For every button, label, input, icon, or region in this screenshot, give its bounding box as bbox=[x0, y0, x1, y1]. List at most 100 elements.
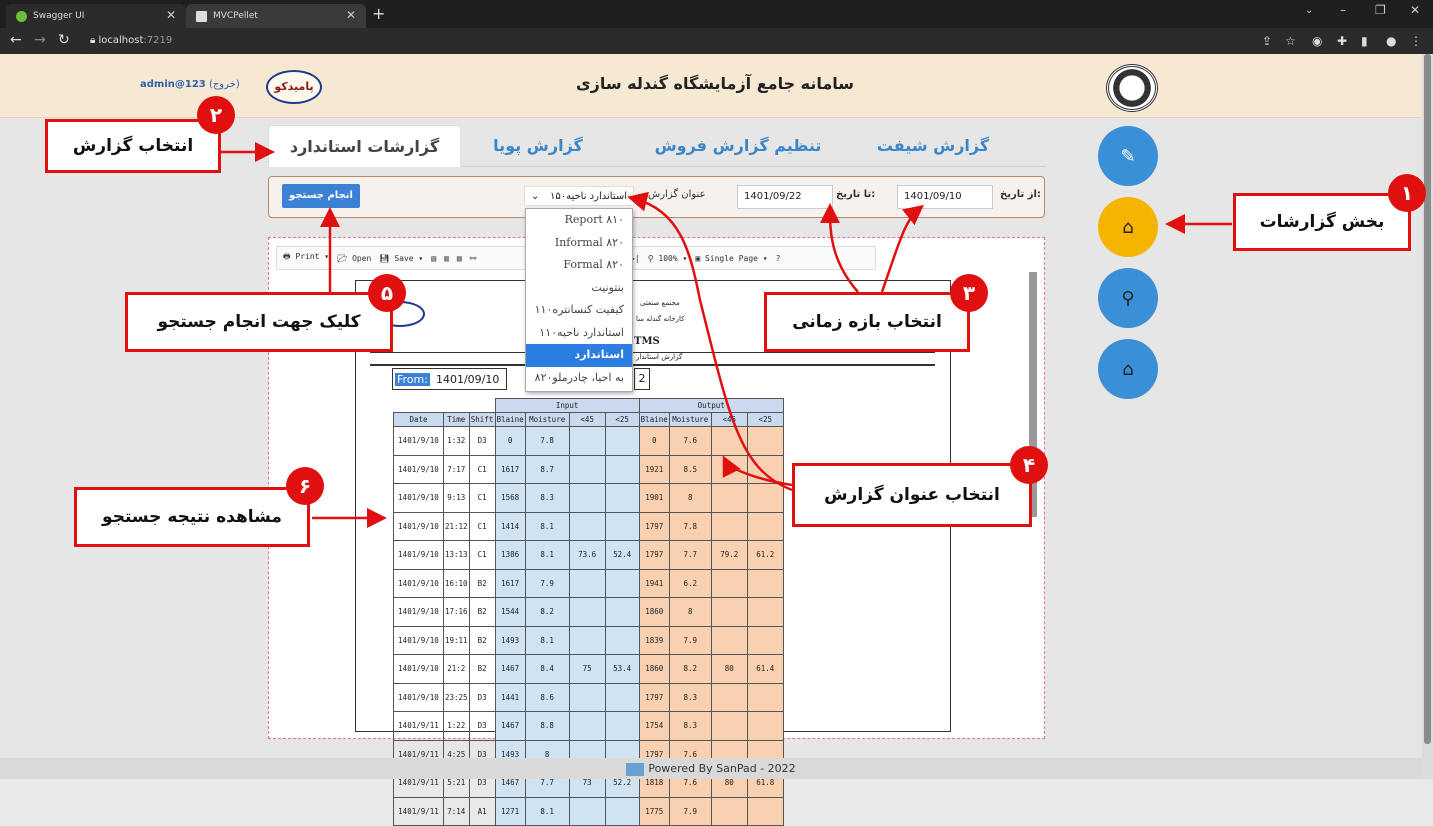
tab-standard-reports[interactable]: گزارشات استاندارد bbox=[268, 125, 461, 167]
table-cell: 8.3 bbox=[524, 483, 570, 513]
table-cell: 8.7 bbox=[524, 454, 570, 484]
help-button[interactable]: ? bbox=[776, 254, 781, 263]
table-cell: 53.4 bbox=[604, 654, 640, 684]
share-icon[interactable]: ⇪ bbox=[1262, 34, 1272, 48]
tab-shift-report[interactable]: گزارش شیفت bbox=[858, 125, 1008, 167]
page-title: سامانه جامع آزمایشگاه گندله سازی bbox=[575, 74, 855, 93]
from-date-label: از تاریخ: bbox=[1000, 189, 1041, 200]
user-info[interactable]: admin@123 (خروج) bbox=[140, 79, 240, 90]
view-mode-control[interactable]: ▣ Single Page ▾ bbox=[695, 254, 767, 263]
new-tab-icon[interactable]: + bbox=[372, 4, 385, 23]
dropdown-option[interactable]: ۸۲۰به احیا، چادرملو bbox=[526, 367, 632, 390]
sidebar-icon[interactable]: ▮ bbox=[1361, 34, 1368, 48]
browser-tab-mvcpellet[interactable]: MVCPellet ✕ bbox=[186, 4, 366, 28]
table-cell: 1401/9/10 bbox=[393, 426, 444, 456]
table-cell bbox=[746, 483, 784, 513]
find-icon[interactable]: ⚯ bbox=[470, 254, 477, 263]
reload-icon[interactable]: ↻ bbox=[58, 32, 70, 48]
zoom-control[interactable]: ⚲ 100% ▾ bbox=[648, 254, 688, 263]
close-tab-icon[interactable]: ✕ bbox=[166, 8, 176, 22]
table-cell: 1860 bbox=[638, 597, 670, 627]
dropdown-option[interactable]: کیفیت کنسانتره۱۱۰ bbox=[526, 299, 632, 322]
side-menu-search[interactable]: ⚲ bbox=[1098, 268, 1158, 328]
close-window-icon[interactable]: ✕ bbox=[1410, 3, 1420, 17]
restore-icon[interactable]: ❐ bbox=[1375, 3, 1386, 17]
dropdown-option[interactable]: Report ۸۱۰ bbox=[526, 209, 632, 232]
table-row: 1401/9/10 23:25 D3 1441 8.6 1797 8.3 bbox=[393, 682, 784, 712]
zoom-label: 100% bbox=[658, 253, 678, 263]
copy-icon[interactable]: ▧ bbox=[457, 254, 462, 263]
table-cell: B2 bbox=[468, 597, 496, 627]
column-header: <45 bbox=[710, 412, 748, 427]
table-cell: 1568 bbox=[494, 483, 526, 513]
table-cell: 23:25 bbox=[443, 682, 470, 712]
table-cell: D3 bbox=[468, 426, 496, 456]
report-tms: TMS bbox=[634, 336, 660, 347]
open-button[interactable]: 📂︎ Open bbox=[337, 254, 371, 263]
table-row: 1401/9/10 13:13 C1 1386 8.1 73.6 52.4 1797 7.7 79… bbox=[393, 540, 784, 570]
table-cell: 21:2 bbox=[443, 654, 470, 684]
profile-icon[interactable]: ● bbox=[1386, 34, 1396, 48]
table-cell: 1441 bbox=[494, 682, 526, 712]
column-header: Shift bbox=[468, 412, 496, 427]
report-divider bbox=[370, 364, 935, 366]
page-setup-icon[interactable]: ▤ bbox=[431, 254, 436, 263]
table-cell: C1 bbox=[468, 454, 496, 484]
url-field[interactable]: 🔒︎ localhost:7219 bbox=[80, 32, 1330, 50]
table-row: 1401/9/10 21:12 C1 1414 8.1 1797 7.8 bbox=[393, 511, 784, 541]
from-key: From: bbox=[395, 372, 430, 386]
table-cell: 73.6 bbox=[568, 540, 606, 570]
table-cell bbox=[604, 568, 640, 598]
browser-tab-swagger[interactable]: Swagger UI ✕ bbox=[6, 4, 186, 28]
forward-icon[interactable]: → bbox=[34, 32, 46, 48]
save-button[interactable]: 💾︎ Save ▾ bbox=[379, 254, 423, 263]
footer-text: Powered By SanPad - 2022 bbox=[648, 762, 796, 775]
tab-sales-report[interactable]: تنظیم گزارش فروش bbox=[648, 125, 828, 167]
search-button[interactable]: انجام جستجو bbox=[282, 184, 360, 208]
side-menu-inbox[interactable]: ⌂ bbox=[1098, 339, 1158, 399]
to-date-input[interactable]: 1401/09/22 bbox=[737, 185, 833, 209]
table-cell: 1401/9/11 bbox=[393, 711, 444, 741]
page-scrollbar[interactable] bbox=[1422, 54, 1433, 779]
tab-search-icon[interactable]: ⌄ bbox=[1305, 5, 1313, 16]
table-cell bbox=[568, 426, 606, 456]
table-cell: 1754 bbox=[638, 711, 670, 741]
report-title-select[interactable]: ⌄ استاندارد ناحیه۱۵۰ bbox=[524, 186, 634, 206]
side-menu-reports[interactable]: ⌂ bbox=[1098, 197, 1158, 257]
close-tab-icon[interactable]: ✕ bbox=[346, 8, 356, 22]
table-cell: 1544 bbox=[494, 597, 526, 627]
dropdown-option[interactable]: بنتونیت bbox=[526, 277, 632, 300]
table-cell: 8.4 bbox=[524, 654, 570, 684]
from-value: 1401/09/10 bbox=[435, 372, 500, 386]
table-cell bbox=[746, 426, 784, 456]
annotation-view-result: مشاهده نتیجه جستجو bbox=[74, 487, 310, 547]
from-date-input[interactable]: 1401/09/10 bbox=[897, 185, 993, 209]
table-cell: D3 bbox=[468, 711, 496, 741]
extension-icon[interactable]: ◉ bbox=[1312, 34, 1322, 48]
table-cell: B2 bbox=[468, 568, 496, 598]
table-row: 1401/9/11 7:14 A1 1271 8.1 1775 7.9 bbox=[393, 796, 784, 826]
table-cell: 8 bbox=[668, 483, 712, 513]
dropdown-option[interactable]: استاندارد ناحیه۱۵۰ bbox=[526, 344, 632, 384]
menu-icon[interactable]: ⋮ bbox=[1410, 34, 1422, 48]
table-cell: 1617 bbox=[494, 568, 526, 598]
scroll-thumb[interactable] bbox=[1424, 54, 1431, 744]
minimize-icon[interactable]: – bbox=[1340, 3, 1346, 17]
table-cell: 8.1 bbox=[524, 796, 570, 826]
report-header-line2: کارخانه گندله سا bbox=[636, 315, 685, 323]
annotation-badge-3: ۳ bbox=[950, 274, 988, 312]
back-icon[interactable]: ← bbox=[10, 32, 22, 48]
table-cell bbox=[604, 597, 640, 627]
tab-dynamic-report[interactable]: گزارش پویا bbox=[478, 125, 598, 167]
export-icon[interactable]: ▥ bbox=[444, 254, 449, 263]
dropdown-option[interactable]: Formal ۸۲۰ bbox=[526, 254, 632, 277]
print-button[interactable]: 🖶 Print ▾ bbox=[283, 251, 329, 265]
side-menu-edit[interactable]: ✎ bbox=[1098, 126, 1158, 186]
puzzle-icon[interactable]: ✚ bbox=[1337, 34, 1347, 48]
logout-link[interactable]: (خروج) bbox=[209, 79, 240, 90]
dropdown-option[interactable]: استاندارد ناحیه۱۱۰ bbox=[526, 322, 632, 345]
select-value: استاندارد ناحیه۱۵۰ bbox=[549, 191, 627, 202]
bookmark-star-icon[interactable]: ☆ bbox=[1285, 34, 1296, 48]
table-cell: 0 bbox=[494, 426, 526, 456]
dropdown-option[interactable]: Informal ۸۲۰ bbox=[526, 232, 632, 255]
